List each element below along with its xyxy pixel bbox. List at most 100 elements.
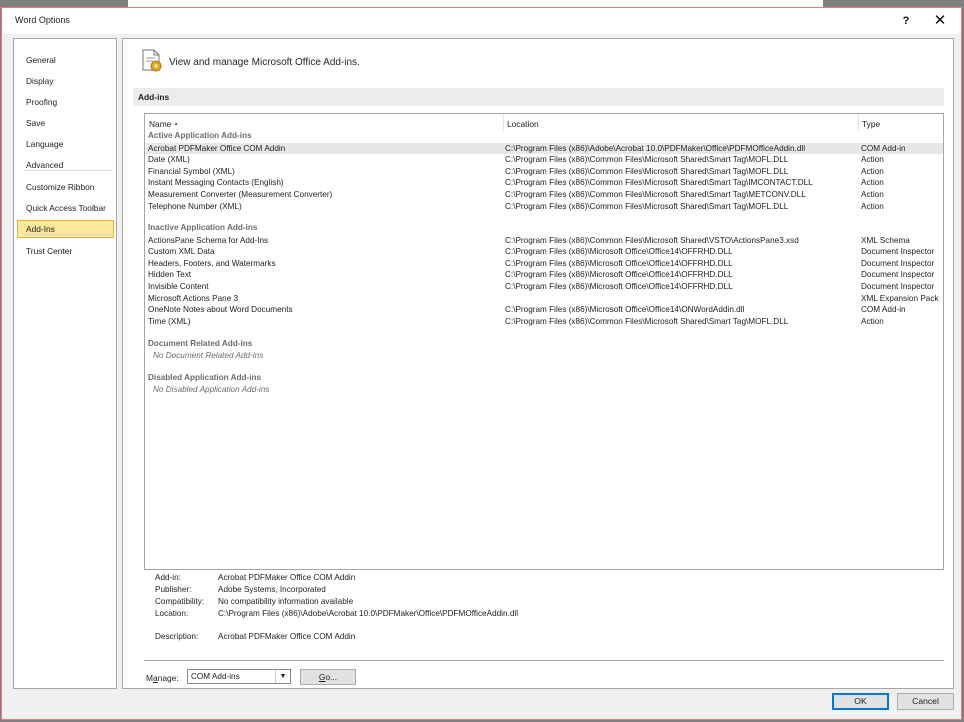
column-header-name[interactable]: Name ▲	[149, 117, 179, 131]
list-row[interactable]: Date (XML) C:\Program Files (x86)\Common …	[146, 154, 943, 166]
nav-item-trust-center[interactable]: Trust Center	[17, 242, 114, 260]
cell-name: Date (XML)	[148, 155, 190, 165]
word-options-dialog: Word Options ? ✕ General Display Proofing S…	[1, 7, 962, 720]
cell-name: Instant Messaging Contacts (English)	[148, 178, 284, 188]
detail-description-value: Acrobat PDFMaker Office COM Addin	[218, 632, 356, 641]
cell-name: ActionsPane Schema for Add-Ins	[148, 235, 269, 245]
detail-description-label: Description:	[155, 632, 199, 641]
cell-type: Document Inspector	[861, 247, 935, 257]
cell-type: COM Add-in	[861, 305, 906, 315]
cell-location: C:\Program Files (x86)\Common Files\Micr…	[505, 316, 789, 326]
column-divider[interactable]	[503, 114, 504, 131]
nav-item-display[interactable]: Display	[17, 72, 114, 90]
nav-item-quick-access-toolbar[interactable]: Quick Access Toolbar	[17, 199, 114, 217]
column-header-type[interactable]: Type	[862, 117, 880, 131]
cell-name: Telephone Number (XML)	[148, 201, 242, 211]
cell-name: Headers, Footers, and Watermarks	[148, 258, 276, 268]
list-row[interactable]: Telephone Number (XML) C:\Program Files (…	[146, 201, 943, 213]
list-row[interactable]: Time (XML) C:\Program Files (x86)\Common …	[146, 316, 943, 328]
cell-type: Action	[861, 178, 884, 188]
cell-name: Time (XML)	[148, 316, 191, 326]
cell-name: Invisible Content	[148, 281, 209, 291]
detail-publisher-value: Adobe Systems, Incorporated	[218, 585, 326, 594]
cell-location: C:\Program Files (x86)\Microsoft Office\…	[505, 281, 733, 291]
cell-location: C:\Program Files (x86)\Microsoft Office\…	[505, 305, 745, 315]
cell-type: Document Inspector	[861, 258, 935, 268]
cell-name: Custom XML Data	[148, 247, 215, 257]
detail-compatibility-value: No compatibility information available	[218, 597, 354, 606]
detail-addin-label: Add-in:	[155, 573, 181, 582]
manage-separator	[144, 660, 944, 661]
empty-group-note: No Disabled Application Add-ins	[153, 384, 270, 394]
cell-location: C:\Program Files (x86)\Common Files\Micr…	[505, 189, 806, 199]
list-row[interactable]: Invisible Content C:\Program Files (x86)\…	[146, 281, 943, 293]
go-button[interactable]: Go...	[300, 669, 356, 685]
list-row[interactable]: Financial Symbol (XML) C:\Program Files (…	[146, 166, 943, 178]
list-row[interactable]: Acrobat PDFMaker Office COM Addin C:\Prog…	[146, 142, 943, 154]
cell-location: C:\Program Files (x86)\Common Files\Micr…	[505, 178, 813, 188]
cell-location: C:\Program Files (x86)\Microsoft Office\…	[505, 270, 733, 280]
cell-location: C:\Program Files (x86)\Common Files\Micr…	[505, 166, 789, 176]
list-row[interactable]: Headers, Footers, and Watermarks C:\Progr…	[146, 258, 943, 270]
cell-name: OneNote Notes about Word Documents	[148, 305, 293, 315]
ok-button[interactable]: OK	[832, 693, 889, 710]
list-row[interactable]: OneNote Notes about Word Documents C:\Pro…	[146, 304, 943, 316]
sort-ascending-icon: ▲	[173, 121, 179, 127]
cell-location: C:\Program Files (x86)\Common Files\Micr…	[505, 201, 789, 211]
close-button[interactable]: ✕	[923, 8, 957, 34]
chevron-down-icon[interactable]: ▼	[275, 670, 290, 683]
options-nav: General Display Proofing Save Language Advanc…	[13, 38, 117, 689]
group-header: Inactive Application Add-ins	[148, 223, 258, 232]
group-header: Document Related Add-ins	[148, 339, 253, 348]
cell-location: C:\Program Files (x86)\Adobe\Acrobat 10.…	[505, 143, 806, 153]
section-title: Add-ins	[138, 92, 170, 102]
cell-type: COM Add-in	[861, 143, 906, 153]
list-row[interactable]: Custom XML Data C:\Program Files (x86)\Mi…	[146, 246, 943, 258]
manage-dropdown[interactable]: COM Add-ins ▼	[187, 669, 291, 684]
nav-item-proofing[interactable]: Proofing	[17, 93, 114, 111]
manage-label: Manage:	[146, 673, 179, 683]
list-row[interactable]: Hidden Text C:\Program Files (x86)\Micros…	[146, 269, 943, 281]
cell-type: Action	[861, 166, 884, 176]
title-bar: Word Options ? ✕	[2, 8, 961, 34]
cell-type: Action	[861, 201, 884, 211]
nav-separator	[24, 170, 112, 171]
cell-name: Measurement Converter (Measurement Conve…	[148, 189, 333, 199]
addins-gear-document-icon	[142, 49, 162, 72]
detail-location-value: C:\Program Files (x86)\Adobe\Acrobat 10.…	[218, 609, 519, 618]
addins-list[interactable]: Name ▲ Location Type Active Application …	[144, 113, 944, 570]
list-row[interactable]: Instant Messaging Contacts (English) C:\P…	[146, 177, 943, 189]
nav-item-add-ins[interactable]: Add-Ins	[17, 220, 114, 238]
header-text: View and manage Microsoft Office Add-ins…	[169, 57, 360, 68]
list-row[interactable]: ActionsPane Schema for Add-Ins C:\Program…	[146, 235, 943, 247]
nav-separator	[24, 234, 112, 235]
cell-name: Hidden Text	[148, 270, 192, 280]
detail-compatibility-label: Compatibility:	[155, 597, 205, 606]
dialog-title: Word Options	[15, 15, 70, 25]
list-row[interactable]: Measurement Converter (Measurement Conve…	[146, 189, 943, 201]
column-divider[interactable]	[858, 114, 859, 131]
cell-location: C:\Program Files (x86)\Common Files\Micr…	[505, 155, 789, 165]
cell-type: XML Schema	[861, 235, 910, 245]
cancel-button[interactable]: Cancel	[897, 693, 954, 710]
nav-item-customize-ribbon[interactable]: Customize Ribbon	[17, 178, 114, 196]
help-button[interactable]: ?	[889, 8, 923, 34]
cell-location: C:\Program Files (x86)\Common Files\Micr…	[505, 235, 799, 245]
cell-location: C:\Program Files (x86)\Microsoft Office\…	[505, 247, 733, 257]
detail-location-label: Location:	[155, 609, 189, 618]
nav-item-language[interactable]: Language	[17, 135, 114, 153]
cell-type: Document Inspector	[861, 281, 935, 291]
section-bar: Add-ins	[133, 88, 944, 106]
cell-type: XML Expansion Pack	[861, 293, 939, 303]
cell-type: Action	[861, 189, 884, 199]
column-header-location[interactable]: Location	[507, 117, 539, 131]
cell-name: Financial Symbol (XML)	[148, 166, 235, 176]
list-row[interactable]: Microsoft Actions Pane 3 XML Expansion Pa…	[146, 293, 943, 305]
cell-type: Document Inspector	[861, 270, 935, 280]
nav-item-general[interactable]: General	[17, 51, 114, 69]
group-header: Disabled Application Add-ins	[148, 373, 262, 382]
nav-item-save[interactable]: Save	[17, 114, 114, 132]
nav-item-advanced[interactable]: Advanced	[17, 156, 114, 174]
cell-type: Action	[861, 155, 884, 165]
manage-selected-value: COM Add-ins	[191, 672, 240, 681]
